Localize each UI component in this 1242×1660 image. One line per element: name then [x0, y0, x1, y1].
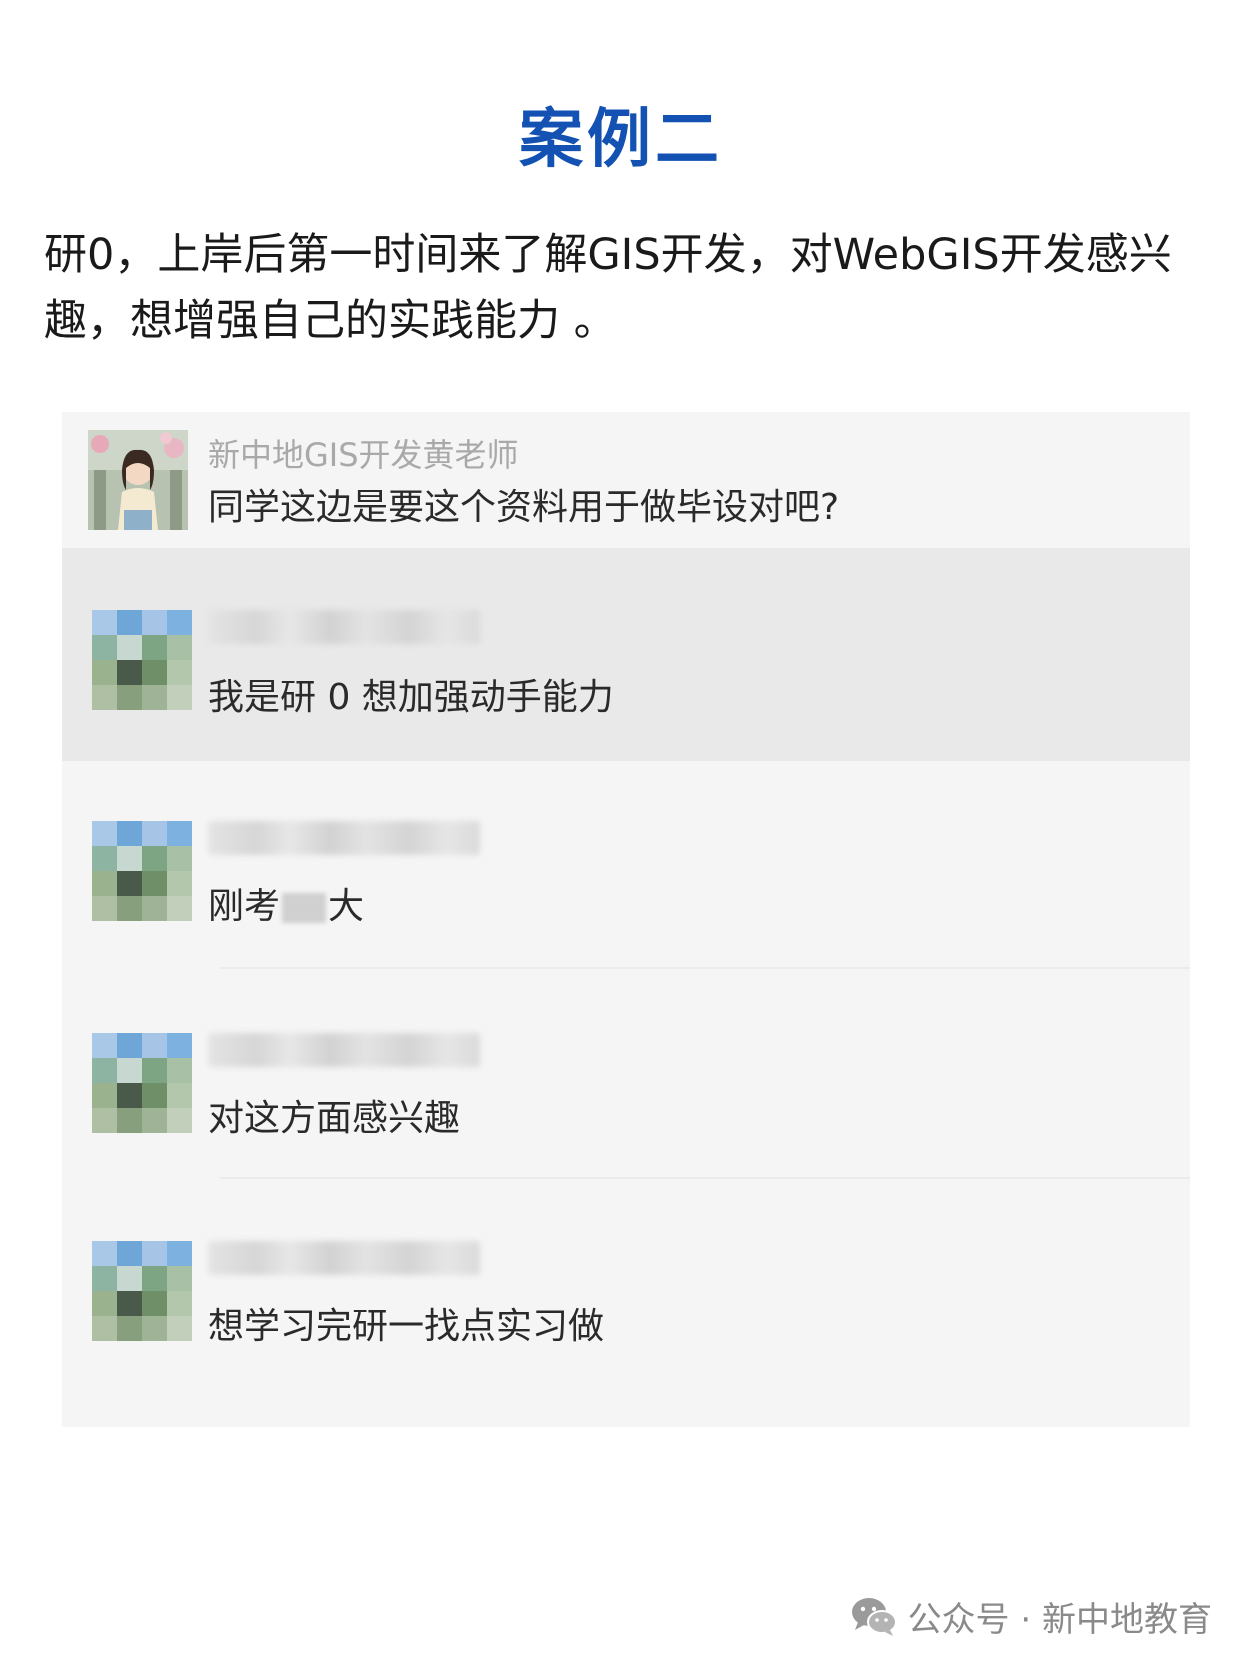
student-avatar-blurred: [92, 610, 192, 710]
message-text-part: 刚考: [208, 886, 281, 927]
message-text-part: 大: [328, 886, 365, 927]
footer-watermark: 公众号 · 新中地教育: [850, 1594, 1212, 1640]
student-avatar-blurred: [92, 1241, 192, 1341]
chat-message-student: 我是研 0 想加强动手能力: [62, 548, 1190, 761]
chat-message-student: 刚考 大: [62, 761, 1190, 969]
chat-message-student: 想学习完研一找点实习做: [62, 1179, 1190, 1427]
sender-name-redacted: [208, 1241, 480, 1275]
message-text: 刚考 大: [208, 877, 364, 929]
message-text: 我是研 0 想加强动手能力: [208, 677, 614, 718]
chat-message-student: 对这方面感兴趣: [62, 969, 1190, 1179]
sender-name-redacted: [208, 821, 480, 855]
girl-avatar-icon: [88, 430, 188, 530]
student-avatar-blurred: [92, 1033, 192, 1133]
message-text: 对这方面感兴趣: [208, 1098, 461, 1139]
teacher-name: 新中地GIS开发黄老师: [208, 436, 519, 474]
page-title: 案例二: [519, 103, 723, 177]
intro-paragraph: 研0，上岸后第一时间来了解GIS开发，对WebGIS开发感兴趣，想增强自己的实践…: [44, 230, 1172, 346]
chat-screenshot: 新中地GIS开发黄老师 同学这边是要这个资料用于做毕设对吧? 我是研 0 想加强…: [62, 412, 1190, 1427]
chat-message-teacher: 新中地GIS开发黄老师 同学这边是要这个资料用于做毕设对吧?: [62, 412, 1190, 548]
message-text: 想学习完研一找点实习做: [208, 1306, 605, 1347]
student-avatar-blurred: [92, 821, 192, 921]
sender-name-redacted: [208, 1033, 480, 1067]
redacted-block: [282, 893, 327, 923]
teacher-avatar: [88, 430, 188, 530]
wechat-icon: [851, 1598, 897, 1636]
sender-name-redacted: [208, 610, 480, 644]
footer-label: 公众号 · 新中地教育: [907, 1599, 1212, 1640]
message-text: 同学这边是要这个资料用于做毕设对吧?: [208, 487, 840, 528]
